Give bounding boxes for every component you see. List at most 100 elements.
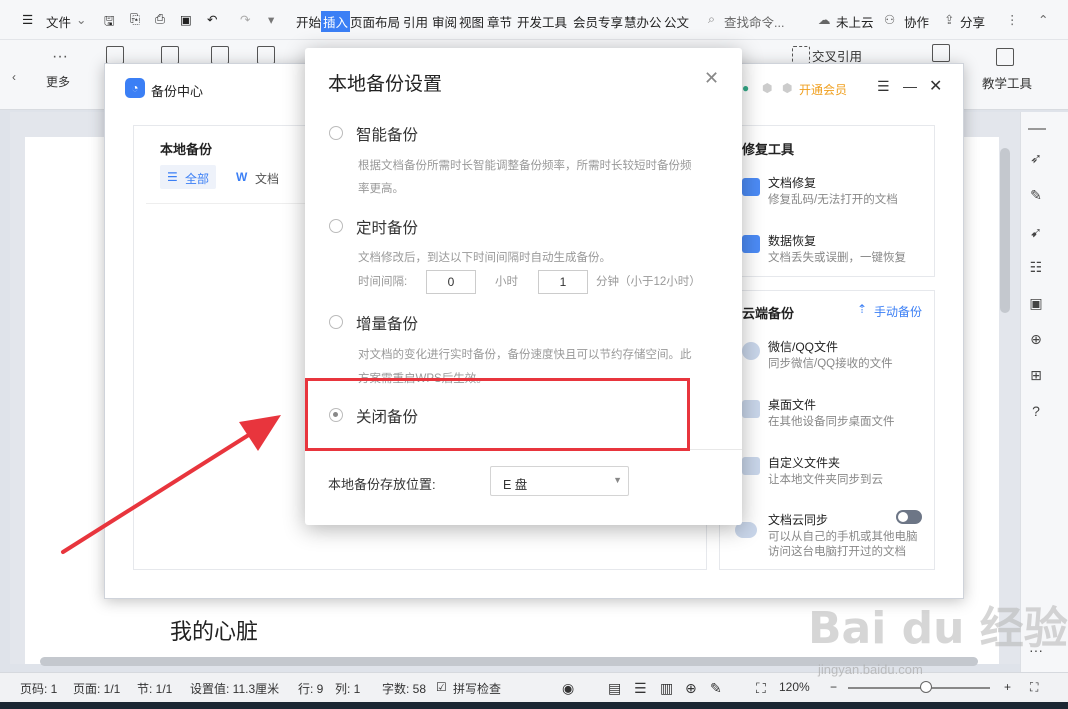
tab-insert[interactable]: 插入 — [321, 11, 351, 32]
zoom-level[interactable]: 120% — [779, 680, 810, 694]
tab-review[interactable]: 审阅 — [432, 12, 457, 31]
timed-backup-label[interactable]: 定时备份 — [356, 216, 418, 238]
file-menu[interactable]: 文件 — [46, 12, 71, 31]
chevron-down-icon[interactable]: ⌄ — [76, 12, 86, 27]
page-view-icon[interactable]: ▤ — [608, 680, 621, 697]
upload-icon: ⇡ — [857, 302, 868, 316]
compass-icon[interactable]: ⊕ — [1028, 331, 1044, 347]
export-icon[interactable]: ⎘ — [130, 12, 140, 27]
desktop-files-item[interactable]: 桌面文件 — [768, 396, 816, 413]
search-icon[interactable]: ⌕ — [708, 12, 715, 27]
wechat-icon — [742, 342, 760, 360]
annotation-icon[interactable]: ✎ — [710, 680, 722, 697]
fit-page-icon[interactable]: ⛶ — [756, 680, 766, 697]
avatar-icon[interactable]: ● — [742, 81, 749, 95]
search-command[interactable]: 查找命令... — [724, 12, 784, 31]
folder-icon — [742, 457, 760, 475]
minimize-icon[interactable]: — — [903, 78, 917, 94]
image-icon[interactable]: ▣ — [1028, 295, 1044, 311]
table-icon[interactable] — [257, 46, 275, 64]
teach-tool-button[interactable]: 教学工具 — [982, 73, 1032, 92]
sliders-icon[interactable]: ☷ — [1028, 259, 1044, 275]
help-icon[interactable]: ? — [1028, 403, 1044, 419]
menu-icon[interactable]: ☰ — [877, 78, 890, 95]
cloud-status[interactable]: 未上云 — [836, 12, 874, 31]
zoom-slider-handle[interactable] — [920, 681, 932, 693]
book-search-icon[interactable]: ⊞ — [1028, 367, 1044, 383]
customize-icon[interactable]: ▾ — [268, 12, 274, 27]
data-recover-button[interactable]: 数据恢复 — [768, 232, 816, 249]
watermark-url: jingyan.baidu.com — [818, 662, 923, 677]
print-icon[interactable]: ⎙ — [155, 12, 165, 27]
minutes-input[interactable]: 1 — [538, 270, 588, 294]
save-icon[interactable] — [161, 46, 179, 64]
more-icon[interactable]: ··· — [52, 48, 68, 66]
status-row: 行: 9 — [298, 682, 324, 696]
tab-view[interactable]: 视图 — [459, 12, 484, 31]
web-view-icon[interactable]: ⊕ — [685, 680, 697, 697]
share-button[interactable]: 分享 — [960, 12, 985, 31]
minutes-unit: 分钟（小于12小时） — [596, 276, 701, 288]
teach-tool-icon[interactable] — [996, 48, 1014, 66]
caret-down-icon: ▼ — [613, 475, 622, 485]
tab-member[interactable]: 会员专享 — [573, 12, 623, 31]
pen-icon[interactable]: ✎ — [1028, 187, 1044, 203]
cloud-backup-heading: 云端备份 — [742, 306, 795, 321]
close-icon[interactable]: ✕ — [704, 68, 719, 89]
outline-view-icon[interactable]: ☰ — [634, 680, 647, 697]
zoom-in-icon[interactable]: + — [1004, 680, 1011, 694]
collapse-ribbon-icon[interactable]: ⌃ — [1038, 12, 1048, 27]
folder-icon[interactable] — [932, 44, 950, 62]
doc-repair-button[interactable]: 文档修复 — [768, 174, 816, 191]
collab-button[interactable]: 协作 — [904, 12, 929, 31]
cursor-icon[interactable]: ➹ — [1028, 224, 1044, 240]
tab-page-layout[interactable]: 页面布局 — [350, 12, 400, 31]
tab-dev-tools[interactable]: 开发工具 — [517, 12, 567, 31]
vertical-scrollbar[interactable] — [1000, 148, 1010, 313]
tab-office[interactable]: 慧办公 — [624, 12, 662, 31]
timed-backup-radio[interactable] — [329, 219, 343, 233]
vip-button[interactable]: 开通会员 — [799, 81, 847, 98]
manual-backup-button[interactable]: 手动备份 — [874, 303, 922, 320]
cross-reference-icon[interactable] — [792, 46, 810, 64]
preview-icon[interactable]: ▣ — [180, 12, 192, 27]
zoom-out-icon[interactable]: − — [830, 680, 837, 694]
filter-doc-button[interactable]: 文档 — [255, 170, 279, 187]
reading-view-icon[interactable]: ▥ — [660, 680, 673, 697]
annotation-highlight-box — [305, 378, 690, 451]
redo-icon[interactable]: ↷ — [240, 12, 250, 27]
document-text[interactable]: 我的心脏 — [170, 614, 258, 646]
wechat-files-item[interactable]: 微信/QQ文件 — [768, 338, 838, 355]
rocket-icon[interactable]: ➶ — [1028, 150, 1044, 166]
local-backup-heading: 本地备份 — [160, 142, 213, 157]
status-words[interactable]: 字数: 58 — [382, 680, 426, 697]
more-options-icon[interactable]: ⋮ — [1006, 12, 1019, 27]
tab-reference[interactable]: 引用 — [403, 12, 428, 31]
cloud-sync-item[interactable]: 文档云同步 — [768, 511, 828, 528]
divider — [146, 203, 306, 204]
menu-icon[interactable]: ☰ — [22, 12, 33, 27]
tab-home[interactable]: 开始 — [296, 12, 321, 31]
eye-icon[interactable]: ◉ — [562, 680, 574, 697]
incremental-backup-label[interactable]: 增量备份 — [356, 312, 418, 334]
custom-folder-item[interactable]: 自定义文件夹 — [768, 454, 840, 471]
smart-backup-label[interactable]: 智能备份 — [356, 123, 418, 145]
fullscreen-icon[interactable]: ⛶ — [1030, 680, 1038, 695]
more-button[interactable]: 更多 — [46, 73, 70, 90]
cloud-sync-toggle[interactable] — [896, 510, 922, 524]
grid-icon[interactable] — [211, 46, 229, 64]
hours-input[interactable]: 0 — [426, 270, 476, 294]
smart-backup-radio[interactable] — [329, 126, 343, 140]
save-icon[interactable]: 🖫 — [104, 12, 115, 33]
undo-icon[interactable]: ↶ — [207, 12, 217, 27]
scroll-left-icon[interactable]: ‹ — [12, 70, 16, 84]
spell-check-button[interactable]: 拼写检查 — [453, 680, 501, 697]
interval-label: 时间间隔: — [358, 276, 408, 288]
tab-chapter[interactable]: 章节 — [487, 12, 512, 31]
tab-official-doc[interactable]: 公文 — [664, 12, 689, 31]
close-icon[interactable]: ✕ — [929, 76, 942, 96]
insert-icon[interactable] — [106, 46, 124, 64]
incremental-backup-radio[interactable] — [329, 315, 343, 329]
location-select[interactable]: E 盘 ▼ — [490, 466, 629, 496]
zoom-slider[interactable] — [848, 687, 990, 689]
